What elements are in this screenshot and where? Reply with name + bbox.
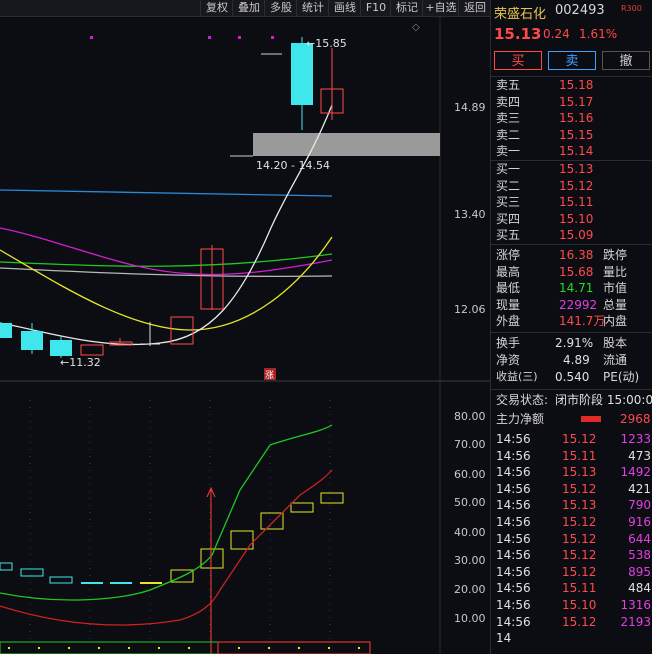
fund-row: 换手 2.91% 股本 <box>496 336 628 350</box>
candle-up <box>80 344 104 356</box>
svg-text:40.00: 40.00 <box>454 526 486 539</box>
separator <box>491 389 652 390</box>
diamond-icon[interactable]: ◇ <box>412 22 420 33</box>
svg-text:60.00: 60.00 <box>454 468 486 481</box>
tick-row: 14:56 15.12 1233 <box>496 432 651 446</box>
indicator-boxes <box>0 492 344 584</box>
chart-toolbar: 复权 叠加 多股 统计 画线 F10 标记 +自选 返回 <box>0 0 490 17</box>
tick-row: 14 <box>496 631 512 646</box>
tick-row: 14:56 15.12 644 <box>496 531 651 546</box>
tick-row: 14:56 15.13 1492 <box>496 465 651 480</box>
tick-row: 14:56 15.11 473 <box>496 448 651 463</box>
fund-row: 净资 4.89 流通 <box>496 353 628 367</box>
stat-row: 外盘 141.7万 内盘 <box>496 314 628 328</box>
price-axis-label: 12.06 <box>454 303 486 316</box>
candle-down <box>291 43 313 105</box>
mark-button[interactable]: 标记 <box>390 0 423 16</box>
range-box <box>253 133 440 156</box>
separator <box>491 332 652 333</box>
buy-button[interactable]: 买 <box>494 51 542 70</box>
tick-row: 14:56 15.10 1316 <box>496 598 651 612</box>
flow-bar <box>581 416 601 422</box>
tick-row: 14:56 15.12 538 <box>496 548 651 563</box>
trade-status: 交易状态: 闭市阶段 15:00:00 <box>496 393 652 407</box>
ask-row[interactable]: 卖五 15.18 <box>491 77 652 94</box>
current-price: 15.13 <box>494 25 542 43</box>
cancel-order-button[interactable]: 撤 <box>602 51 650 70</box>
range-label: 14.20 - 14.54 <box>256 159 330 172</box>
restore-rights-button[interactable]: 复权 <box>200 0 233 16</box>
svg-text:50.00: 50.00 <box>454 496 486 509</box>
bid-row[interactable]: 买一 15.13 <box>491 161 652 178</box>
price-change: 0.24 <box>543 27 570 41</box>
bid-row[interactable]: 买三 15.11 <box>491 194 652 211</box>
bid-row[interactable]: 买五 15.09 <box>491 227 652 244</box>
f10-button[interactable]: F10 <box>360 0 391 16</box>
high-label: ←15.85 <box>306 37 347 50</box>
ask-row[interactable]: 卖四 15.17 <box>491 94 652 111</box>
ask-row[interactable]: 卖三 15.16 <box>491 110 652 127</box>
bottom-strip-red <box>217 641 371 654</box>
back-button[interactable]: 返回 <box>458 0 491 16</box>
tick-row: 14:56 15.12 421 <box>496 481 651 496</box>
stock-name: 荣盛石化 <box>494 7 547 22</box>
tick-row: 14:56 15.12 2193 <box>496 614 651 629</box>
tick-row: 14:56 15.11 484 <box>496 581 651 596</box>
bid-row[interactable]: 买二 15.12 <box>491 178 652 195</box>
bottom-strip-dots <box>8 647 360 649</box>
statistics-button[interactable]: 统计 <box>296 0 329 16</box>
bottom-strip-green <box>0 641 219 654</box>
candle-down <box>50 340 72 356</box>
low-label: ←11.32 <box>60 356 101 369</box>
svg-text:30.00: 30.00 <box>454 554 486 567</box>
kline-chart-area[interactable]: ◇ 14.89 13.40 12.06 14.20 - 14.54 ←15.85… <box>0 17 490 654</box>
svg-text:20.00: 20.00 <box>454 583 486 596</box>
candle-down <box>0 323 12 338</box>
index-badge: R300 <box>621 4 642 13</box>
ma-green-line <box>0 253 333 267</box>
ask-row[interactable]: 卖一 15.14 <box>491 143 652 160</box>
overlay-button[interactable]: 叠加 <box>232 0 265 16</box>
svg-text:10.00: 10.00 <box>454 612 486 625</box>
indicator-axis: 80.00 70.00 60.00 50.00 40.00 30.00 20.0… <box>454 410 486 625</box>
svg-text:80.00: 80.00 <box>454 410 486 423</box>
candle-down <box>21 331 43 350</box>
high-price-label: 15.85 <box>315 37 347 50</box>
stat-row: 最高 15.68 量比 <box>496 264 628 279</box>
bid-row[interactable]: 买四 15.10 <box>491 211 652 228</box>
price-axis-label: 14.89 <box>454 101 486 114</box>
tick-row: 14:56 15.12 895 <box>496 564 651 579</box>
quote-panel: 荣盛石化 002493 R300 15.13 0.24 1.61% 买 卖 撤 … <box>490 0 652 654</box>
indicator-grid <box>29 400 331 640</box>
ask-row[interactable]: 卖二 15.15 <box>491 127 652 144</box>
stock-code: 002493 <box>555 3 605 18</box>
stat-row: 最低 14.71 市值 <box>496 281 628 295</box>
stat-row: 现量 22992 总量 <box>496 297 628 312</box>
indicator-red-line <box>0 469 333 626</box>
draw-line-button[interactable]: 画线 <box>328 0 361 16</box>
main-flow-row: 主力净额 2968 <box>496 412 651 426</box>
sell-button[interactable]: 卖 <box>548 51 596 70</box>
tick-row: 14:56 15.13 790 <box>496 498 651 513</box>
signal-dots <box>90 36 274 39</box>
price-axis-label: 13.40 <box>454 208 486 221</box>
price-change-pct: 1.61% <box>579 27 618 41</box>
tick-row: 14:56 15.12 916 <box>496 515 651 529</box>
fund-row: 收益(三) 0.540 PE(动) <box>496 370 640 384</box>
add-watchlist-button[interactable]: +自选 <box>422 0 459 16</box>
ma-blue-line <box>0 189 333 197</box>
ma-magenta-line <box>0 227 333 276</box>
svg-text:70.00: 70.00 <box>454 438 486 451</box>
candles <box>0 37 344 358</box>
ma-yellow-line <box>0 236 333 331</box>
stat-row: 涨停 16.38 跌停 <box>496 248 628 262</box>
separator <box>491 244 652 245</box>
limit-up-label: 涨 <box>265 370 274 381</box>
multi-stock-button[interactable]: 多股 <box>264 0 297 16</box>
